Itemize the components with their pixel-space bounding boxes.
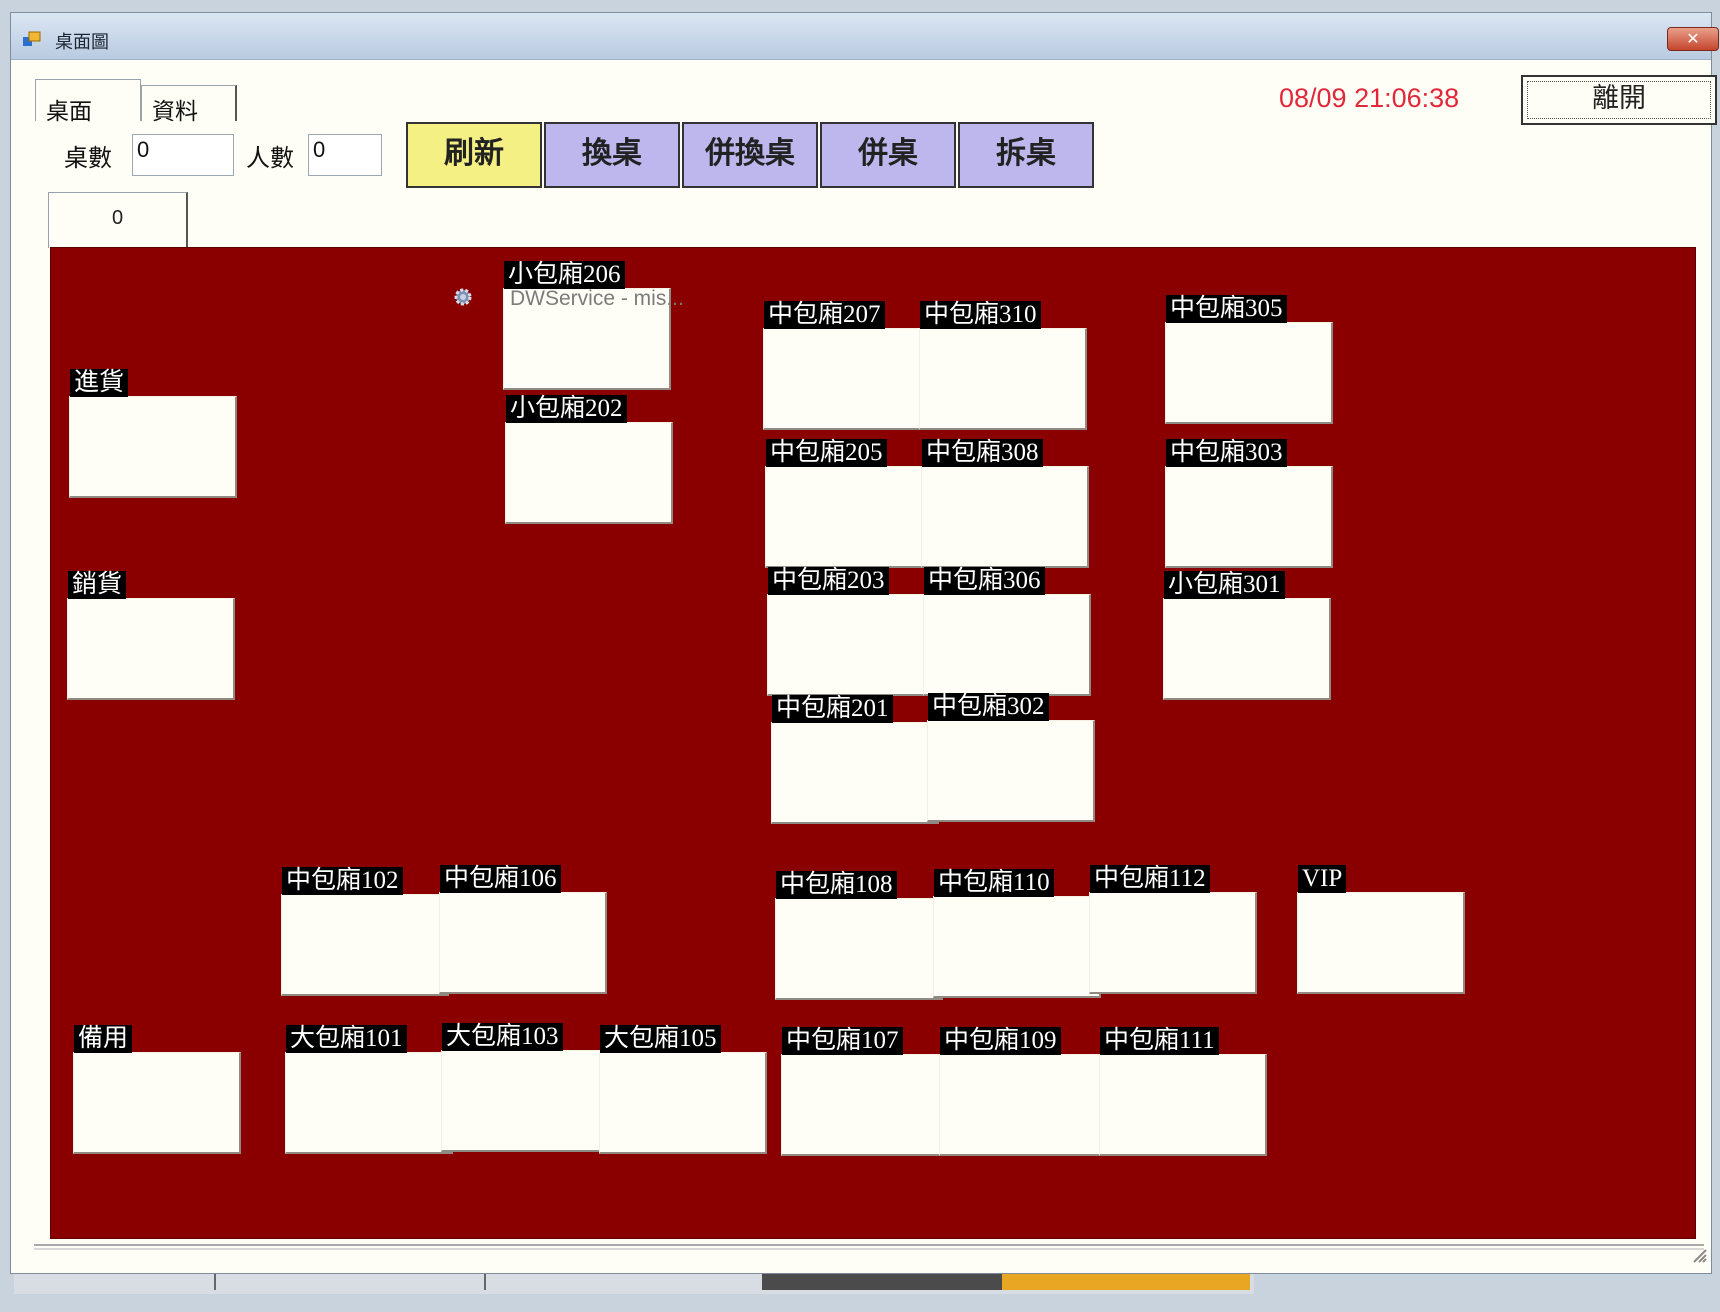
merge-change-table-button[interactable]: 併換桌: [682, 122, 818, 188]
table-card[interactable]: 大包廂105: [599, 1025, 767, 1154]
table-card[interactable]: 大包廂101: [285, 1025, 453, 1154]
table-name: 中包廂203: [768, 567, 889, 595]
split-table-button[interactable]: 拆桌: [958, 122, 1094, 188]
background-divider: [214, 1274, 216, 1290]
table-name: 中包廂109: [940, 1027, 1061, 1055]
table-name: 備用: [74, 1025, 133, 1053]
table-name: 大包廂101: [286, 1025, 407, 1053]
table-card[interactable]: 中包廂205: [765, 439, 933, 568]
table-name: 銷貨: [68, 571, 127, 599]
table-name: 中包廂102: [282, 867, 403, 895]
table-card[interactable]: 中包廂108: [775, 871, 943, 1000]
table-name: 大包廂105: [600, 1025, 721, 1053]
window-title: 桌面圖: [55, 32, 109, 53]
table-name: 中包廂111: [1100, 1027, 1219, 1055]
table-name: 中包廂306: [924, 567, 1045, 595]
table-card[interactable]: 中包廂112: [1089, 865, 1257, 994]
tab-data[interactable]: 資料: [141, 85, 237, 125]
table-name: 中包廂305: [1166, 295, 1287, 323]
floor-plan: 小包廂206 DWService - mis... 中包廂207 中包廂310 中包廂3…: [50, 247, 1696, 1239]
table-card[interactable]: 小包廂301: [1163, 571, 1331, 700]
table-card[interactable]: 大包廂103: [441, 1023, 609, 1152]
background-block: [762, 1274, 1002, 1290]
table-card[interactable]: 小包廂206 DWService - mis...: [503, 261, 684, 390]
table-card[interactable]: 中包廂201: [771, 695, 939, 824]
table-card[interactable]: 中包廂102: [281, 867, 449, 996]
app-icon: [23, 31, 41, 46]
table-name: 中包廂310: [920, 301, 1041, 329]
table-card[interactable]: 中包廂110: [933, 869, 1101, 998]
table-name: 中包廂302: [928, 693, 1049, 721]
change-table-button[interactable]: 換桌: [544, 122, 680, 188]
table-card[interactable]: 銷貨: [67, 571, 235, 700]
table-name: 中包廂303: [1166, 439, 1287, 467]
table-name: 中包廂108: [776, 871, 897, 899]
table-name: 小包廂206: [504, 261, 625, 289]
focus-rect: [1527, 81, 1711, 119]
resize-grip-icon[interactable]: [1688, 1244, 1708, 1264]
table-card[interactable]: 中包廂310: [919, 301, 1087, 430]
table-card[interactable]: 中包廂109: [939, 1027, 1107, 1156]
table-name: 中包廂107: [782, 1027, 903, 1055]
table-card[interactable]: 中包廂308: [921, 439, 1089, 568]
exit-button[interactable]: 離開: [1521, 75, 1717, 125]
frame-divider: [34, 1244, 1704, 1250]
table-name: 中包廂112: [1090, 865, 1210, 893]
table-card[interactable]: VIP: [1297, 865, 1465, 994]
table-name: 中包廂207: [764, 301, 885, 329]
table-name: 小包廂202: [506, 395, 627, 423]
table-card[interactable]: 中包廂203: [767, 567, 935, 696]
people-count-field[interactable]: 0: [308, 134, 382, 176]
merge-table-button[interactable]: 併桌: [820, 122, 956, 188]
table-count-label: 桌數: [64, 144, 112, 172]
table-name: 中包廂106: [440, 865, 561, 893]
table-card[interactable]: 中包廂303: [1165, 439, 1333, 568]
background-divider: [484, 1274, 486, 1290]
table-name: 大包廂103: [442, 1023, 563, 1051]
zone-tab[interactable]: 0: [48, 192, 188, 248]
table-card[interactable]: 中包廂106: [439, 865, 607, 994]
table-name: 小包廂301: [1164, 571, 1285, 599]
table-card[interactable]: 備用: [73, 1025, 241, 1154]
gear-icon: [454, 288, 472, 306]
table-name: 進貨: [70, 369, 129, 397]
table-card[interactable]: 中包廂111: [1099, 1027, 1267, 1156]
table-name: 中包廂308: [922, 439, 1043, 467]
table-name: VIP: [1298, 865, 1347, 893]
table-card[interactable]: 進貨: [69, 369, 237, 498]
refresh-button[interactable]: 刷新: [406, 122, 542, 188]
table-name: 中包廂205: [766, 439, 887, 467]
table-card[interactable]: 中包廂207: [763, 301, 931, 430]
title-bar: 桌面圖 ✕: [11, 13, 1719, 60]
table-card[interactable]: 中包廂306: [923, 567, 1091, 696]
table-note: DWService - mis...: [510, 287, 684, 310]
table-name: 中包廂201: [772, 695, 893, 723]
tab-desk[interactable]: 桌面: [35, 79, 141, 125]
table-card[interactable]: 中包廂305: [1165, 295, 1333, 424]
table-card[interactable]: 小包廂202: [505, 395, 673, 524]
people-count-label: 人數: [246, 144, 294, 172]
background-block: [1002, 1274, 1250, 1290]
table-card[interactable]: 中包廂302: [927, 693, 1095, 822]
table-name: 中包廂110: [934, 869, 1054, 897]
close-button[interactable]: ✕: [1667, 27, 1719, 51]
table-count-field[interactable]: 0: [132, 134, 234, 176]
clock: 08/09 21:06:38: [1279, 83, 1460, 113]
background-taskbar-strip: [14, 1274, 1254, 1294]
table-card[interactable]: 中包廂107: [781, 1027, 949, 1156]
